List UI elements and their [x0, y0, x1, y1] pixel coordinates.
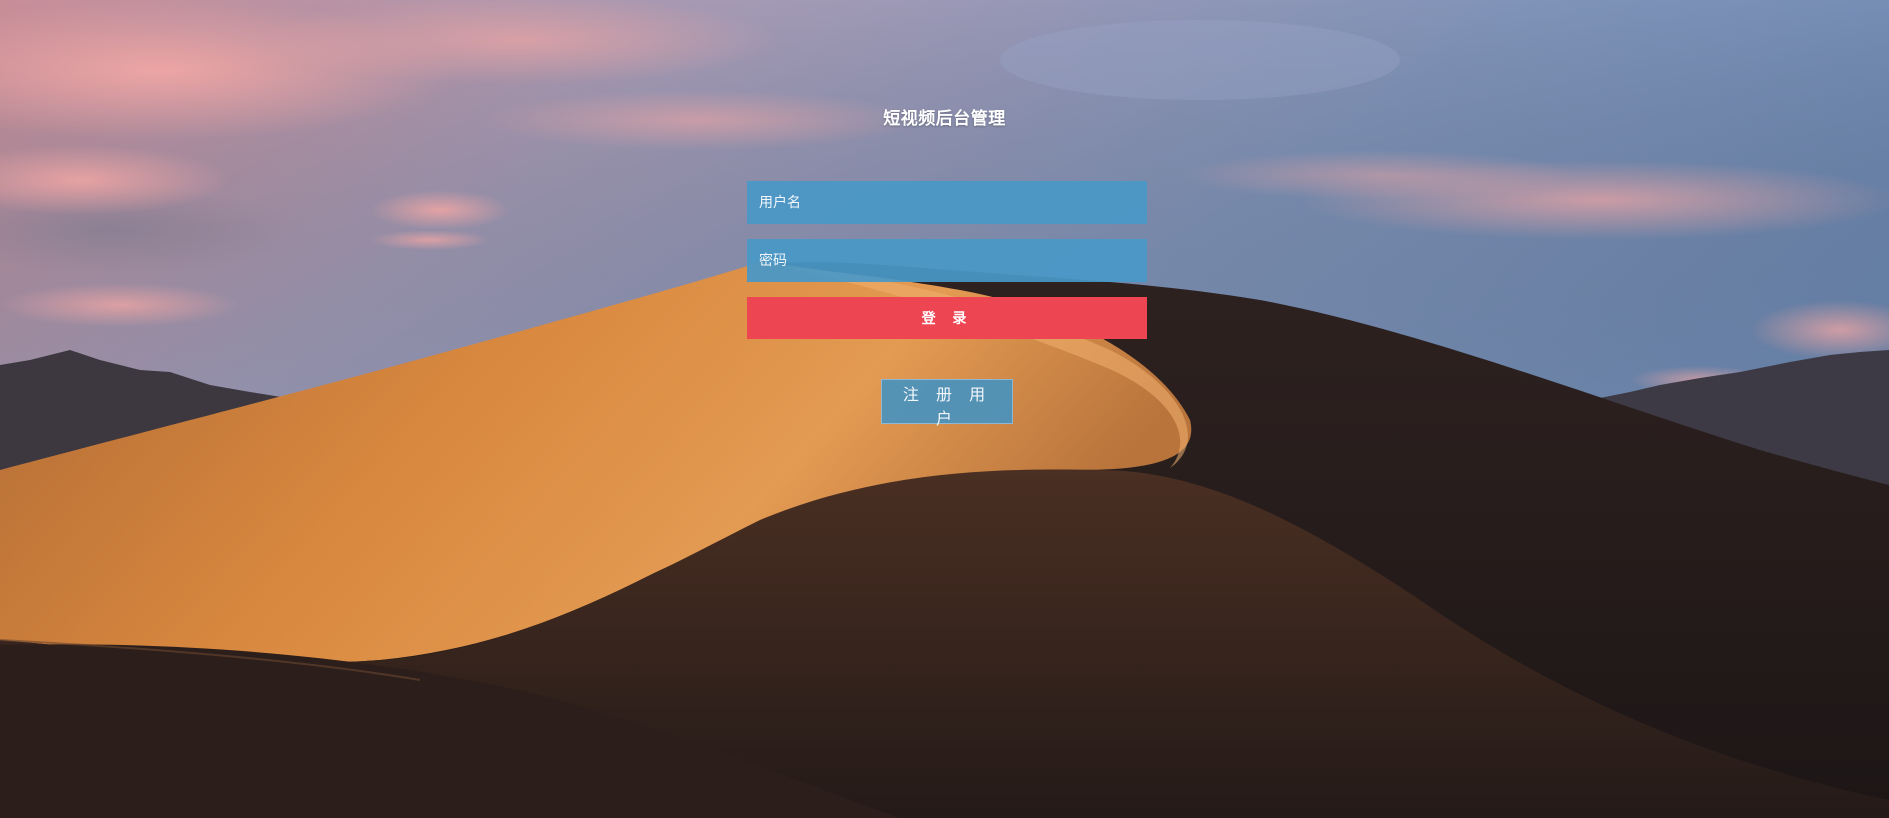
page-title: 短视频后台管理 — [883, 109, 1006, 129]
password-input[interactable] — [747, 239, 1147, 282]
username-input[interactable] — [747, 181, 1147, 224]
login-form: 短视频后台管理 登 录 注 册 用 户 — [0, 0, 1889, 818]
login-button[interactable]: 登 录 — [747, 297, 1147, 339]
register-button[interactable]: 注 册 用 户 — [881, 379, 1013, 428]
